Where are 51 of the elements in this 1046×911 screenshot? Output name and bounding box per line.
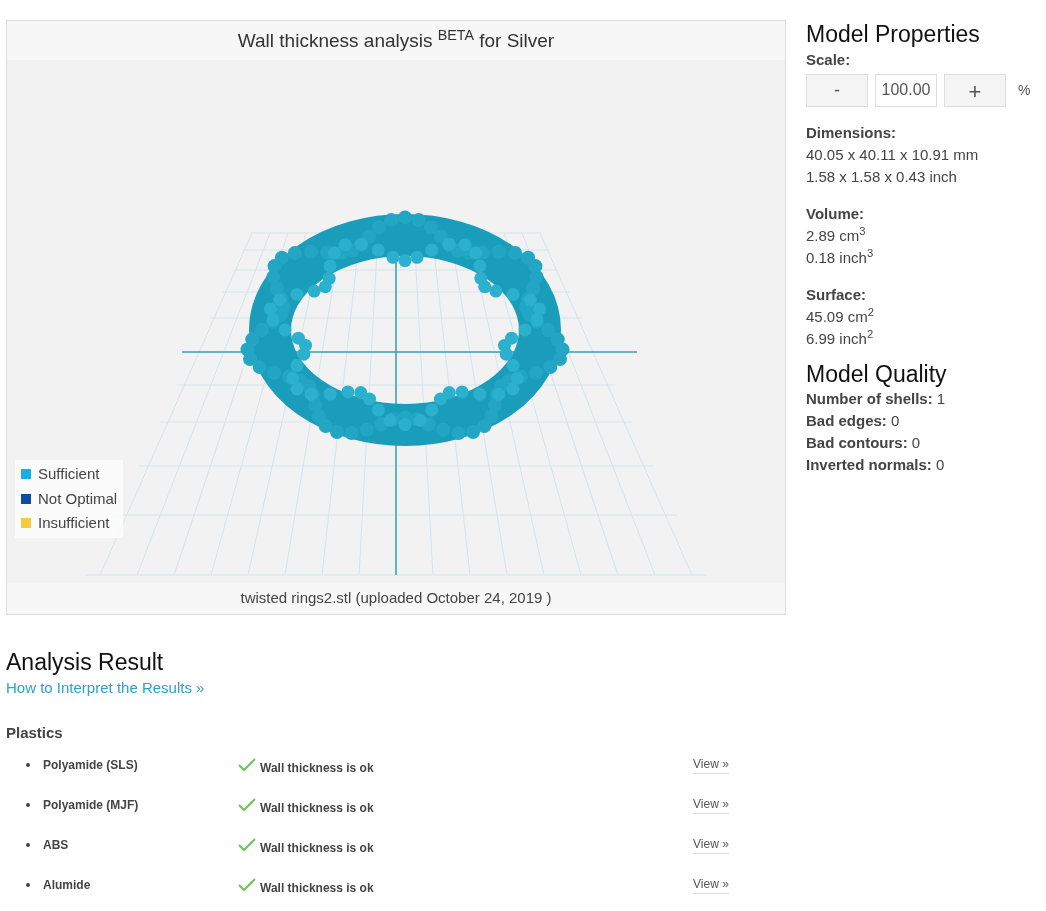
material-name: Alumide xyxy=(43,876,92,894)
status-message: Wall thickness is ok xyxy=(260,759,374,777)
property-value: 0.18 inch$^{3}$ xyxy=(806,246,875,268)
bullet-icon xyxy=(26,802,30,807)
quality-value: 0 xyxy=(891,411,900,429)
quality-label: Bad edges: xyxy=(806,411,887,429)
unit-label: % xyxy=(1018,80,1031,100)
decrease-button[interactable]: - xyxy=(806,73,868,107)
quality-label: Inverted normals: xyxy=(806,455,932,473)
section-heading: Model Properties xyxy=(806,20,981,48)
property-value: 45.09 cm$^{2}$ xyxy=(806,305,875,327)
scale-label: Scale: xyxy=(806,50,852,70)
scale-field[interactable]: 100.00 xyxy=(875,73,937,107)
quality-label: Number of shells: xyxy=(806,389,933,407)
legend-label: Not Optimal xyxy=(38,488,118,509)
material-name: Polyamide (SLS) xyxy=(43,756,139,774)
status-message: Wall thickness is ok xyxy=(260,879,374,897)
section-heading: Model Quality xyxy=(806,359,948,388)
check-icon xyxy=(238,757,256,772)
view-link[interactable]: View » xyxy=(693,795,729,814)
status-message: Wall thickness is ok xyxy=(260,799,374,817)
property-label: Volume: xyxy=(806,203,866,224)
view-link[interactable]: View » xyxy=(693,755,729,774)
legend-label: Sufficient xyxy=(38,464,100,484)
check-icon xyxy=(238,797,256,812)
bullet-icon xyxy=(26,842,30,847)
property-label: Surface: xyxy=(806,284,868,305)
quality-label: Bad contours: xyxy=(806,433,908,451)
material-name: ABS xyxy=(43,836,70,854)
property-value: 40.05 x 40.11 x 10.91 mm xyxy=(806,144,980,165)
quality-value: 0 xyxy=(936,455,945,473)
legend-label: Insufficient xyxy=(38,513,110,533)
category-heading: Plastics xyxy=(6,723,64,743)
bullet-icon xyxy=(26,882,30,887)
property-value: 2.89 cm$^{3}$ xyxy=(806,224,867,246)
viewer-title: Wall thickness analysis $^{BETA}$ for Silver xyxy=(7,21,785,60)
view-link[interactable]: View » xyxy=(693,875,729,894)
material-name: Polyamide (MJF) xyxy=(43,796,140,814)
section-heading: Analysis Result xyxy=(6,648,165,676)
file-caption: twisted rings2.stl (uploaded October 24, 2019 ) xyxy=(7,583,785,614)
quality-value: 1 xyxy=(936,389,946,407)
property-label: Dimensions: xyxy=(806,122,897,143)
property-value: 1.58 x 1.58 x 0.43 inch xyxy=(806,166,958,187)
property-value: 6.99 inch$^{2}$ xyxy=(806,327,875,349)
view-link[interactable]: View » xyxy=(693,835,729,854)
bullet-icon xyxy=(26,762,30,767)
increase-button[interactable]: + xyxy=(944,73,1006,107)
status-message: Wall thickness is ok xyxy=(260,839,374,857)
quality-value: 0 xyxy=(911,433,921,451)
check-icon xyxy=(238,837,256,852)
check-icon xyxy=(238,877,256,892)
